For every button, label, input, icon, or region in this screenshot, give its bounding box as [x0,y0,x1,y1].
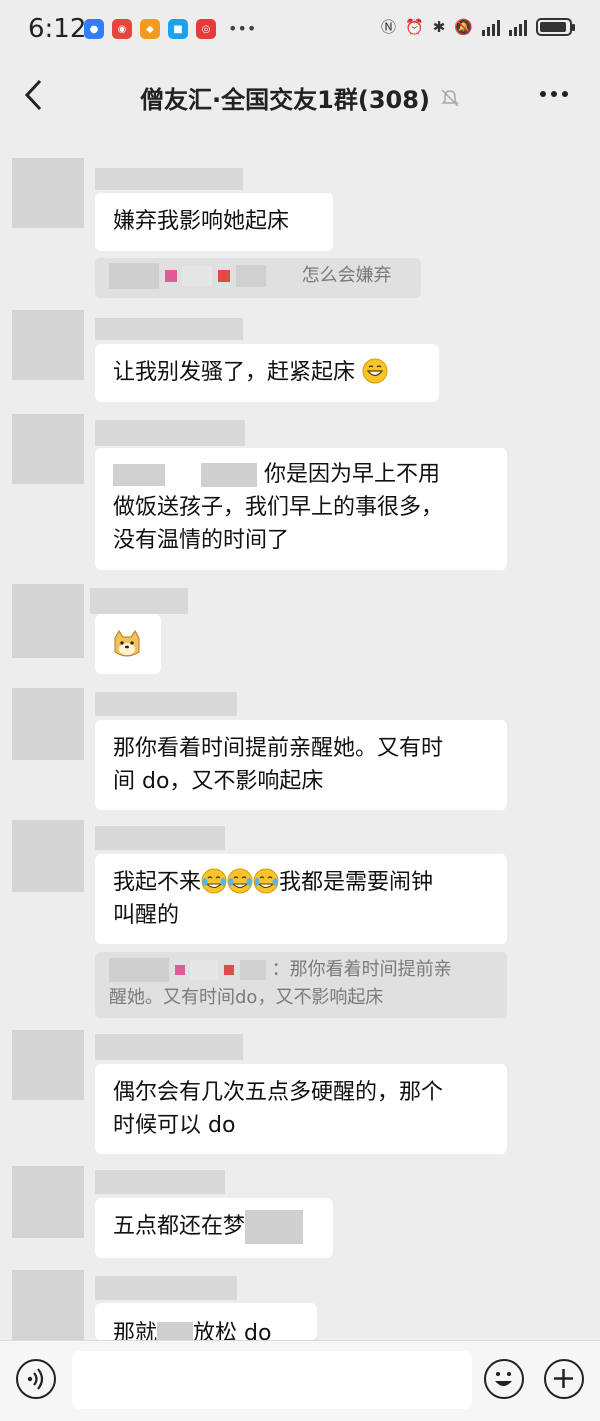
alarm-icon: ⏰ [405,17,424,36]
message-bubble[interactable]: 五点都还在梦 [95,1198,333,1258]
more-dots-icon: ••• [228,19,257,38]
sender-name [95,826,225,850]
signal-icon [482,18,500,36]
chat-header: 僧友汇·全国交友1群(308) [0,62,600,130]
status-bar: 6:12 ● ◉ ◆ ■ ◎ ••• Ⓝ ⏰ ✱ 🔕 [0,0,600,62]
avatar[interactable] [12,820,84,892]
status-app-icons: ● ◉ ◆ ■ ◎ ••• [84,19,256,39]
sender-name [95,318,243,340]
app-icon-3: ◆ [140,19,160,39]
emoji-button[interactable] [484,1359,524,1399]
status-time: 6:12 [28,14,87,44]
nfc-icon: Ⓝ [381,18,397,36]
bluetooth-icon: ✱ [432,17,446,36]
tears-of-joy-emoji [253,868,279,894]
sender-name [95,1276,237,1300]
message-input[interactable] [72,1351,472,1409]
doge-emoji [114,630,140,657]
plus-icon [554,1369,573,1388]
avatar[interactable] [12,1166,84,1238]
weibo-icon: ◉ [112,19,132,39]
avatar[interactable] [12,1270,84,1340]
smile-icon [495,1372,512,1386]
signal-icon [509,18,527,36]
battery-icon [536,17,575,36]
message-bubble[interactable]: 偶尔会有几次五点多硬醒的，那个 时候可以 do [95,1064,507,1154]
quoted-reply[interactable]: ：那你看着时间提前亲 醒她。又有时间do，又不影响起床 [95,952,507,1018]
chat-title: 僧友汇·全国交友1群(308) [140,86,430,114]
app-icon-4: ■ [168,19,188,39]
avatar[interactable] [12,158,84,228]
avatar[interactable] [12,414,84,484]
tears-of-joy-emoji [201,868,227,894]
message-bubble[interactable]: 让我别发骚了，赶紧起床 [95,344,439,402]
voice-icon [27,1368,44,1390]
sticker-bubble[interactable] [95,614,161,674]
voice-button[interactable] [16,1359,56,1399]
tears-of-joy-emoji [227,868,253,894]
status-right-icons: Ⓝ ⏰ ✱ 🔕 [381,16,575,37]
more-button[interactable] [540,84,572,104]
input-bar [0,1340,600,1421]
quoted-reply[interactable]: 怎么会嫌弃 [95,258,421,298]
sender-name [90,588,188,614]
sender-name [95,168,243,190]
avatar[interactable] [12,1030,84,1100]
avatar[interactable] [12,584,84,658]
plus-button[interactable] [544,1359,584,1399]
message-bubble[interactable]: 嫌弃我影响她起床 [95,193,333,251]
app-icon-1: ● [84,19,104,39]
bell-off-icon [441,88,459,107]
message-bubble[interactable]: 你是因为早上不用 做饭送孩子，我们早上的事很多， 没有温情的时间了 [95,448,507,570]
sender-name [95,1170,225,1194]
sender-name [95,420,245,446]
message-bubble[interactable]: 我起不来 我都是需要闹钟 叫醒的 [95,854,507,944]
grinning-emoji [362,358,388,384]
avatar[interactable] [12,310,84,380]
mute-icon: 🔕 [454,17,473,36]
message-bubble[interactable]: 那就 放松 do [95,1303,317,1340]
sender-name [95,1034,243,1060]
message-bubble[interactable]: 那你看着时间提前亲醒她。又有时 间 do，又不影响起床 [95,720,507,810]
avatar[interactable] [12,688,84,760]
app-icon-5: ◎ [196,19,216,39]
sender-name [95,692,237,716]
